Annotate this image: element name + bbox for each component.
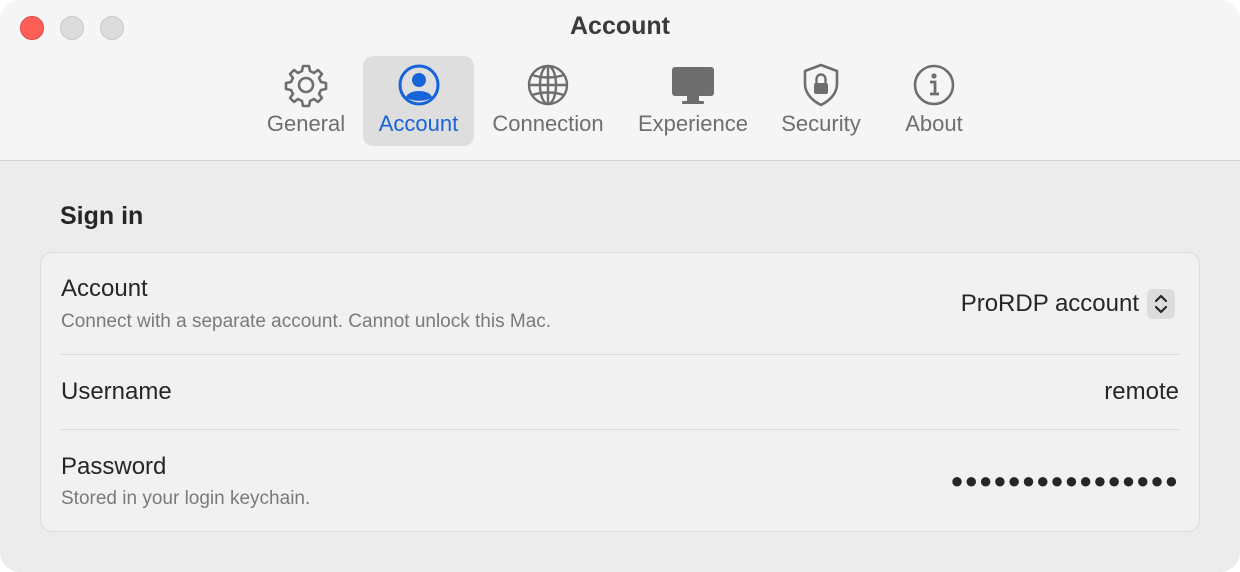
divider	[61, 429, 1179, 430]
gear-icon	[284, 64, 328, 108]
account-type-value: ProRDP account	[960, 290, 1139, 317]
tab-security[interactable]: Security	[772, 56, 870, 146]
password-row-subtitle: Stored in your login keychain.	[61, 488, 311, 509]
tab-about-label: About	[905, 111, 963, 136]
display-icon	[672, 67, 714, 104]
toolbar: Account General Account Connection Exper…	[0, 0, 1240, 161]
tab-about[interactable]: About	[892, 56, 976, 146]
account-row-subtitle: Connect with a separate account. Cannot …	[61, 311, 552, 332]
tab-connection[interactable]: Connection	[484, 56, 612, 146]
preferences-window: Account General Account Connection Exper…	[0, 0, 1240, 572]
username-row-title: Username	[61, 378, 172, 405]
tab-account[interactable]: Account	[363, 56, 474, 146]
tab-experience-label: Experience	[637, 111, 749, 136]
tab-general-label: General	[266, 111, 346, 136]
account-row-title: Account	[61, 275, 148, 302]
tab-security-label: Security	[781, 111, 861, 136]
tab-connection-label: Connection	[492, 111, 604, 136]
globe-icon	[527, 64, 569, 106]
tab-account-label: Account	[378, 111, 459, 136]
password-row-title: Password	[61, 453, 167, 480]
sign-in-card: Account Connect with a separate account.…	[40, 252, 1200, 532]
info-icon	[913, 64, 955, 106]
chevron-up-down-icon	[1147, 289, 1175, 319]
tab-general[interactable]: General	[256, 56, 356, 146]
divider	[61, 354, 1179, 355]
tab-experience[interactable]: Experience	[628, 56, 758, 146]
password-field[interactable]: ●●●●●●●●●●●●●●●●	[950, 468, 1179, 494]
window-title: Account	[570, 12, 670, 40]
section-title: Sign in	[60, 202, 144, 230]
account-type-popup[interactable]: ProRDP account	[961, 287, 1175, 321]
username-field[interactable]: remote	[1104, 378, 1179, 406]
lock-shield-icon	[803, 63, 839, 107]
person-circle-icon	[398, 64, 439, 106]
